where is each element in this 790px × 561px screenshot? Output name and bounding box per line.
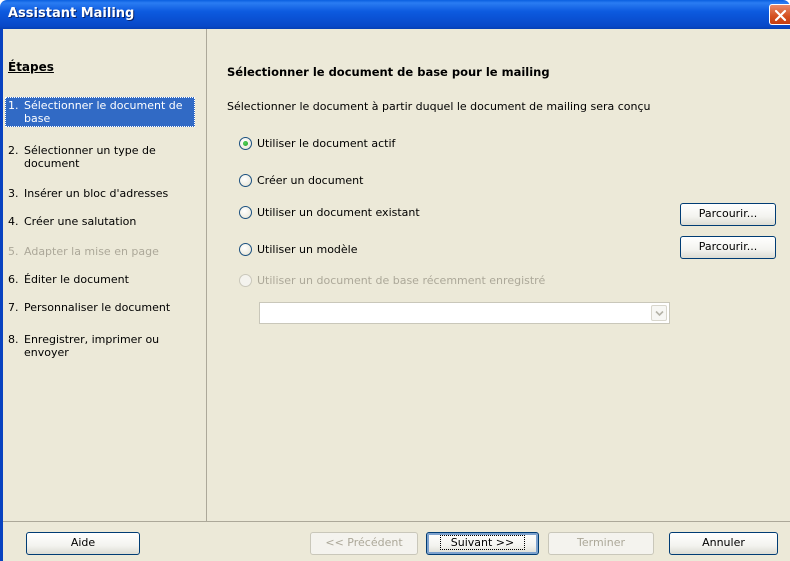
step-number: 2. — [8, 144, 19, 157]
step-label: Sélectionner le document de base — [24, 99, 183, 125]
next-button-label: Suivant >> — [439, 535, 526, 550]
step-label: Enregistrer, imprimer ou envoyer — [24, 333, 160, 359]
previous-button: << Précédent — [310, 532, 418, 555]
recent-documents-combo — [259, 302, 670, 324]
step-number: 4. — [8, 215, 19, 228]
window-title: Assistant Mailing — [8, 6, 135, 21]
step-number: 5. — [8, 245, 19, 258]
help-button[interactable]: Aide — [26, 532, 140, 555]
step-label: Créer une salutation — [24, 215, 137, 228]
steps-heading: Étapes — [8, 60, 54, 74]
main-panel: Sélectionner le document de base pour le… — [209, 29, 790, 521]
option-label: Utiliser un document existant — [257, 206, 420, 219]
step-item-2[interactable]: 2. Sélectionner un type de document — [5, 142, 195, 172]
step-number: 8. — [8, 333, 19, 346]
radio-button — [239, 274, 252, 287]
option-label: Utiliser un document de base récemment e… — [257, 274, 546, 287]
option-use-existing-document[interactable]: Utiliser un document existant — [239, 206, 420, 219]
step-label: Personnaliser le document — [24, 301, 171, 314]
step-number: 1. — [8, 99, 19, 112]
finish-button: Terminer — [548, 532, 654, 555]
radio-button[interactable] — [239, 243, 252, 256]
option-use-recent-document: Utiliser un document de base récemment e… — [239, 274, 545, 287]
option-use-active-document[interactable]: Utiliser le document actif — [239, 137, 395, 150]
step-item-5: 5. Adapter la mise en page — [5, 243, 195, 260]
option-label: Utiliser le document actif — [257, 137, 396, 150]
page-heading: Sélectionner le document de base pour le… — [227, 65, 550, 79]
step-label: Sélectionner un type de document — [24, 144, 156, 170]
page-description: Sélectionner le document à partir duquel… — [227, 100, 651, 113]
step-item-1[interactable]: 1. Sélectionner le document de base — [5, 97, 195, 127]
option-use-template[interactable]: Utiliser un modèle — [239, 243, 358, 256]
step-item-4[interactable]: 4. Créer une salutation — [5, 213, 195, 230]
step-item-8[interactable]: 8. Enregistrer, imprimer ou envoyer — [5, 331, 195, 361]
browse-existing-button[interactable]: Parcourir... — [680, 203, 776, 226]
step-item-3[interactable]: 3. Insérer un bloc d'adresses — [5, 185, 195, 202]
option-label: Créer un document — [257, 174, 364, 187]
next-button[interactable]: Suivant >> — [426, 532, 539, 555]
close-icon — [774, 9, 787, 22]
radio-button[interactable] — [239, 206, 252, 219]
title-bar: Assistant Mailing — [0, 0, 790, 29]
chevron-down-icon — [655, 310, 664, 317]
step-label: Adapter la mise en page — [24, 245, 159, 258]
step-number: 7. — [8, 301, 19, 314]
step-label: Éditer le document — [24, 273, 129, 286]
step-label: Insérer un bloc d'adresses — [24, 187, 169, 200]
radio-button[interactable] — [239, 137, 252, 150]
radio-button[interactable] — [239, 174, 252, 187]
step-number: 6. — [8, 273, 19, 286]
option-label: Utiliser un modèle — [257, 243, 358, 256]
step-item-7[interactable]: 7. Personnaliser le document — [5, 299, 195, 316]
step-item-6[interactable]: 6. Éditer le document — [5, 271, 195, 288]
step-number: 3. — [8, 187, 19, 200]
browse-template-button[interactable]: Parcourir... — [680, 236, 776, 259]
close-button[interactable] — [769, 4, 790, 25]
steps-panel: Étapes 1. Sélectionner le document de ba… — [3, 29, 207, 521]
button-bar: Aide << Précédent Suivant >> Terminer An… — [3, 521, 790, 561]
combo-arrow — [651, 305, 667, 321]
cancel-button[interactable]: Annuler — [669, 532, 778, 555]
option-create-document[interactable]: Créer un document — [239, 174, 363, 187]
